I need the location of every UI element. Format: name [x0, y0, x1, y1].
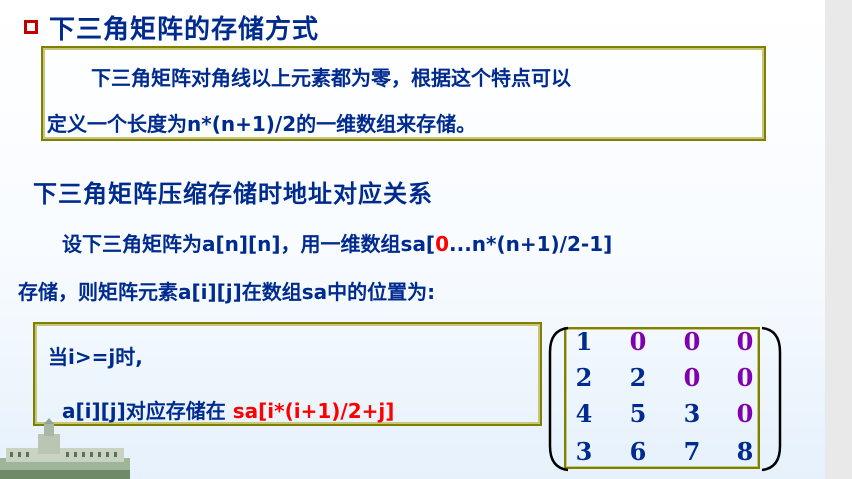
matrix-left-bracket — [548, 326, 569, 472]
matrix-right-bracket — [761, 326, 782, 472]
matrix-cell: 0 — [629, 327, 647, 356]
matrix-cell: 0 — [683, 363, 701, 392]
matrix-cell: 5 — [629, 399, 647, 428]
matrix-cell: 3 — [683, 399, 701, 428]
matrix-cell: 3 — [575, 437, 593, 466]
slide-title: 下三角矩阵的存储方式 — [24, 9, 319, 45]
matrix-cell: 0 — [683, 327, 701, 356]
index-zero-highlight: 0 — [435, 232, 449, 256]
matrix-cell: 1 — [575, 327, 593, 356]
campus-building-image — [0, 418, 130, 479]
matrix-cell: 0 — [736, 327, 754, 356]
matrix-cell: 8 — [736, 437, 754, 466]
matrix-cell: 0 — [736, 363, 754, 392]
slide: 下三角矩阵的存储方式 下三角矩阵对角线以上元素都为零，根据这个特点可以 定义一个… — [0, 0, 825, 479]
matrix-cell: 4 — [575, 399, 593, 428]
paragraph-line-1: 设下三角矩阵为a[n][n]，用一维数组sa[0...n*(n+1)/2-1] — [62, 228, 612, 257]
matrix-cell: 7 — [683, 437, 701, 466]
section-title: 下三角矩阵压缩存储时地址对应关系 — [33, 180, 433, 208]
condition-text: 当i>=j时, — [48, 345, 143, 369]
definition-line-2: 定义一个长度为n*(n+1)/2的一维数组来存储。 — [47, 112, 477, 136]
paragraph-line-2: 存储，则矩阵元素a[i][j]在数组sa中的位置为: — [18, 280, 436, 304]
mapping-formula: sa[i*(i+1)/2+j] — [232, 399, 395, 423]
paragraph-line-1-end: ...n*(n+1)/2-1] — [449, 232, 613, 256]
square-bullet-icon — [24, 20, 38, 34]
matrix-cell: 6 — [629, 437, 647, 466]
matrix-cell: 0 — [736, 399, 754, 428]
definition-line-1: 下三角矩阵对角线以上元素都为零，根据这个特点可以 — [91, 66, 571, 90]
right-side-panel — [825, 0, 852, 479]
matrix-cell: 2 — [629, 363, 647, 392]
slide-title-text: 下三角矩阵的存储方式 — [49, 14, 320, 45]
matrix-cell: 2 — [575, 363, 593, 392]
paragraph-line-1-text: 设下三角矩阵为a[n][n]，用一维数组sa[ — [62, 232, 436, 256]
